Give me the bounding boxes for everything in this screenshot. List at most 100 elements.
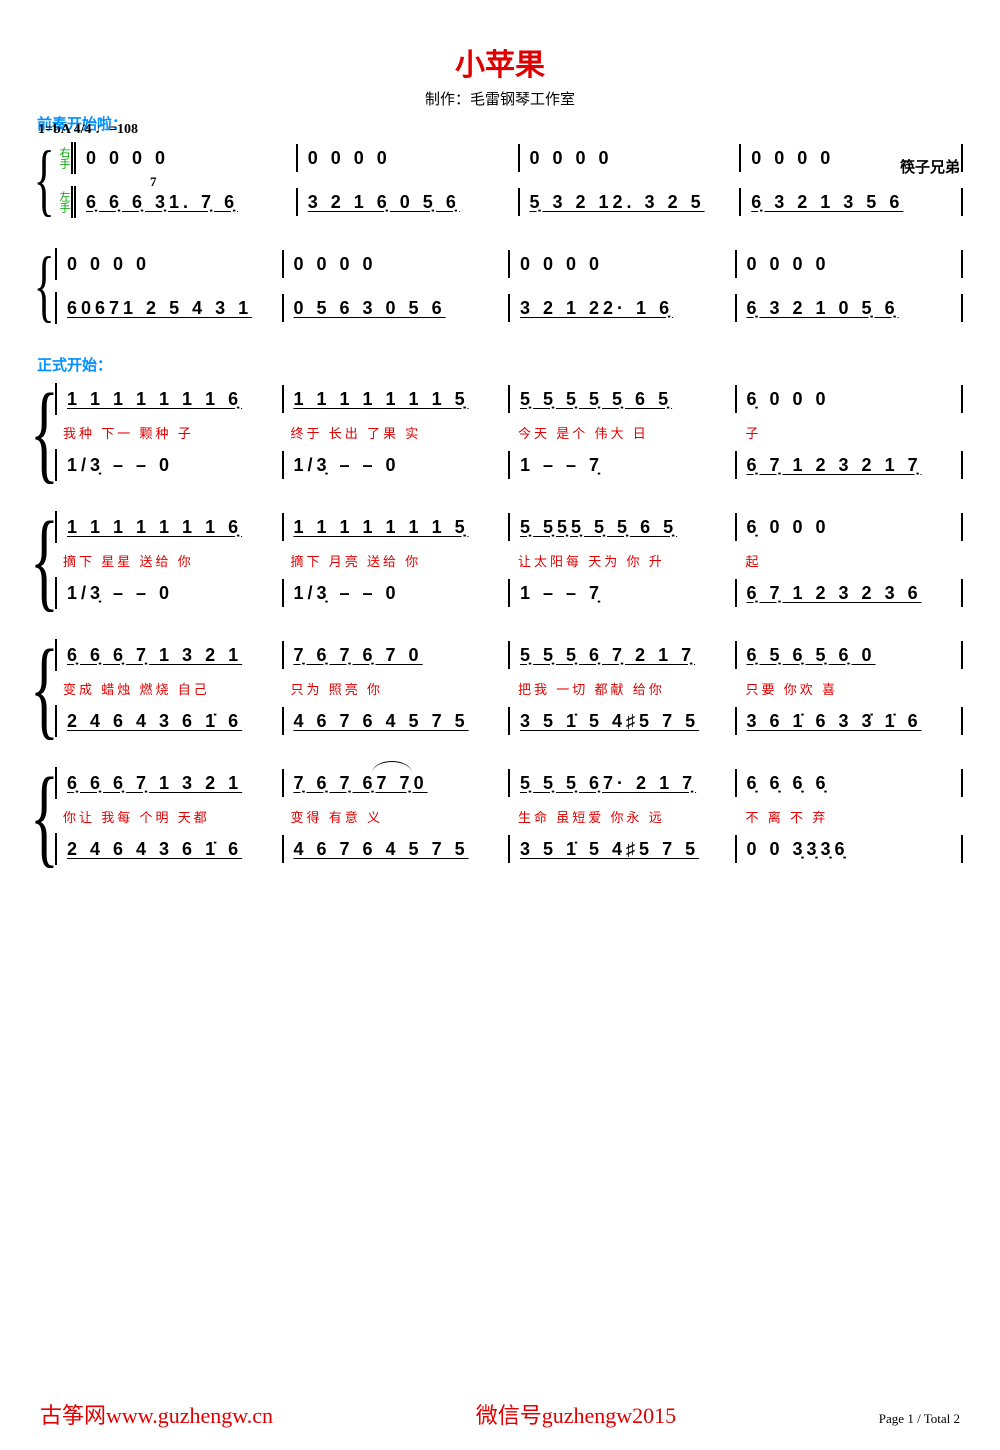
- page-indicator: Page 1 / Total 2: [879, 1411, 960, 1427]
- barline: [735, 385, 737, 413]
- notes: 0 0 0 0: [751, 148, 951, 169]
- barline: [961, 250, 963, 278]
- notes: 1 1 1 1 1 1 1 5̣: [294, 517, 499, 538]
- lyrics: 不 离 不 弃: [746, 807, 956, 826]
- barline: [518, 188, 520, 216]
- barline: [508, 513, 510, 541]
- barline: [282, 769, 284, 797]
- notes: 5̣ 3 2 12. 3 2 5: [530, 192, 730, 213]
- lyrics: 我种 下一 颗种 子: [63, 423, 273, 442]
- producer-credit: 制作：毛雷钢琴工作室: [35, 88, 965, 109]
- notes: 2 4 6 4 3 6 1̇ 6: [67, 839, 272, 860]
- barline: [508, 385, 510, 413]
- notes: 0 5 6 3 0 5 6: [294, 298, 499, 319]
- notes: 4 6 7 6 4 5 7 5: [294, 711, 499, 732]
- notes: 1 1 1 1 1 1 1 5̣: [294, 389, 499, 410]
- notes: 0 0 0 0: [67, 254, 272, 275]
- music-system: { 0 0 0 0 0 0 0 0 0 0 0 0 0 0 0 0 60671 …: [35, 248, 965, 324]
- barline: [961, 835, 963, 863]
- barline: [961, 769, 963, 797]
- notes: 0 0 0 0: [308, 148, 508, 169]
- barline: [296, 188, 298, 216]
- notes: 1/3̣ – – 0: [294, 455, 499, 476]
- notes: 1 – – 7̣: [520, 455, 725, 476]
- notes: 7̣ 6̣ 7̣ 6̣ 7 0: [294, 645, 499, 666]
- barline: [508, 579, 510, 607]
- barline: [518, 144, 520, 172]
- lyrics: 今天 是个 伟大 日: [518, 423, 728, 442]
- notes: 2 4 6 4 3 6 1̇ 6: [67, 711, 272, 732]
- lyrics: 变成 蜡烛 燃烧 自己: [63, 679, 273, 698]
- barline: [961, 144, 963, 172]
- notes: 1/3̣ – – 0: [67, 455, 272, 476]
- music-system: { 1 1 1 1 1 1 1 6̣ 1 1 1 1 1 1 1 5̣ 5̣ 5…: [35, 383, 965, 481]
- barline: [961, 188, 963, 216]
- notes: 0 0 0 0: [86, 148, 286, 169]
- barline: [55, 248, 57, 280]
- note-ornament: 7: [150, 174, 157, 190]
- barline: [508, 250, 510, 278]
- lyrics: 摘下 月亮 送给 你: [291, 551, 501, 570]
- lyrics: 摘下 星星 送给 你: [63, 551, 273, 570]
- notes: 6̣ 7̣ 1 2 3 2 3 6: [747, 583, 952, 604]
- barline: [961, 451, 963, 479]
- barline: [71, 142, 76, 174]
- barline: [282, 385, 284, 413]
- notes: 0 0 3̣3̣3̣6̣: [747, 839, 952, 860]
- notes: 1 – – 7̣: [520, 583, 725, 604]
- lyrics: 起: [746, 551, 956, 570]
- lyrics: 生命 虽短爱 你永 远: [518, 807, 728, 826]
- notes: 6̣ 6̣ 6̣ 7̣ 1 3 2 1: [67, 645, 272, 666]
- intro-label: 前奏开始啦：: [37, 113, 965, 134]
- notes: 0 0 0 0: [294, 254, 499, 275]
- barline: [508, 707, 510, 735]
- website-url: 古筝网www.guzhengw.cn: [40, 1398, 273, 1430]
- barline: [739, 144, 741, 172]
- page-footer: 古筝网www.guzhengw.cn 微信号guzhengw2015 Page …: [0, 1398, 1000, 1430]
- barline: [961, 294, 963, 322]
- notes: 6̣ 6̣ 6̣ 3̣1. 7̣ 6̣: [86, 192, 286, 213]
- barline: [735, 707, 737, 735]
- barline: [282, 250, 284, 278]
- notes: 5̣ 5̣ 5̣ 5̣ 5̣ 6 5̣: [520, 389, 725, 410]
- notes: 6̣ 3 2 1 3 5 6: [751, 192, 951, 213]
- barline: [508, 294, 510, 322]
- music-system: { 6̣ 6̣ 6̣ 7̣ 1 3 2 1 7̣ 6̣ 7̣ 6̣ 7 0 5̣…: [35, 639, 965, 737]
- notes: 1/3̣ – – 0: [294, 583, 499, 604]
- notes: 6̣ 5̣ 6̣ 5̣ 6̣ 0: [747, 645, 952, 666]
- barline: [508, 641, 510, 669]
- notes: 3 5 1̇ 5 4♯5 7 5: [520, 711, 725, 732]
- notes: 6̣ 7̣ 1 2 3 2 1 7̣: [747, 455, 952, 476]
- barline: [961, 707, 963, 735]
- lyrics: 终于 长出 了果 实: [291, 423, 501, 442]
- barline: [735, 294, 737, 322]
- barline: [508, 769, 510, 797]
- notes: 1 1 1 1 1 1 1 6̣: [67, 389, 272, 410]
- notes: 5̣ 5̣5̣5̣ 5̣ 5̣ 6 5̣: [520, 517, 725, 538]
- left-hand-label: 左手: [53, 191, 69, 213]
- barline: [735, 451, 737, 479]
- main-section-label: 正式开始：: [37, 354, 965, 375]
- notes: 3 5 1̇ 5 4♯5 7 5: [520, 839, 725, 860]
- music-system: { 右手 0 0 0 0 0 0 0 0 0 0 0 0 0 0 0 0 左手 …: [35, 142, 965, 218]
- notes: 5̣ 5̣ 5̣ 6̣7· 2 1 7̣: [520, 773, 725, 794]
- notes: 3 2 1 6̣ 0 5̣ 6̣: [308, 192, 508, 213]
- notes: 0 0 0 0: [747, 254, 952, 275]
- notes: 0 0 0 0: [520, 254, 725, 275]
- barline: [508, 451, 510, 479]
- notes: 6̣ 0 0 0: [747, 389, 952, 410]
- notes: 3 2 1 22· 1 6̣: [520, 298, 725, 319]
- notes: 4 6 7 6 4 5 7 5: [294, 839, 499, 860]
- barline: [961, 513, 963, 541]
- right-hand-label: 右手: [53, 147, 69, 169]
- barline: [296, 144, 298, 172]
- lyrics: 把我 一切 都献 给你: [518, 679, 728, 698]
- barline: [735, 579, 737, 607]
- wechat-id: 微信号guzhengw2015: [476, 1398, 676, 1430]
- barline: [735, 835, 737, 863]
- barline: [55, 292, 57, 324]
- notes: 1 1 1 1 1 1 1 6̣: [67, 517, 272, 538]
- barline: [735, 769, 737, 797]
- barline: [961, 579, 963, 607]
- barline: [961, 385, 963, 413]
